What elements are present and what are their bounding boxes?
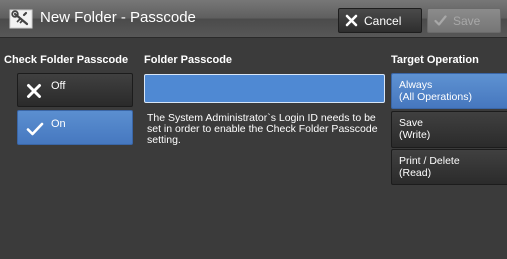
folder-passcode-input[interactable]: [144, 74, 385, 103]
checkmark-icon: [434, 15, 447, 26]
x-icon: [27, 84, 41, 98]
page-title: New Folder - Passcode: [40, 9, 196, 26]
option-on-button[interactable]: On: [17, 110, 133, 145]
title-bar: New Folder - Passcode Cancel Save: [0, 0, 507, 38]
cancel-label: Cancel: [364, 13, 402, 28]
x-icon: [345, 14, 358, 27]
check-folder-passcode-label: Check Folder Passcode: [4, 54, 129, 66]
target-print-line2: (Read): [399, 167, 432, 179]
folder-key-icon: [9, 9, 33, 29]
target-always-line1: Always: [399, 79, 433, 91]
option-on-label: On: [51, 118, 66, 130]
cancel-button[interactable]: Cancel: [338, 8, 422, 33]
target-print-line1: Print / Delete: [399, 155, 460, 167]
folder-passcode-label: Folder Passcode: [144, 54, 233, 66]
info-text: The System Administrator`s Login ID need…: [147, 112, 378, 146]
target-always-line2: (All Operations): [399, 91, 472, 103]
option-off-button[interactable]: Off: [17, 73, 133, 107]
target-save-button[interactable]: Save (Write): [391, 111, 507, 148]
option-off-label: Off: [51, 80, 66, 92]
checkmark-icon: [26, 122, 44, 136]
save-label: Save: [453, 13, 481, 28]
save-button[interactable]: Save: [427, 8, 501, 33]
target-save-line2: (Write): [399, 129, 431, 141]
target-operation-label: Target Operation: [391, 54, 479, 66]
target-always-button[interactable]: Always (All Operations): [391, 73, 507, 109]
target-save-line1: Save: [399, 117, 423, 129]
target-print-delete-button[interactable]: Print / Delete (Read): [391, 149, 507, 185]
